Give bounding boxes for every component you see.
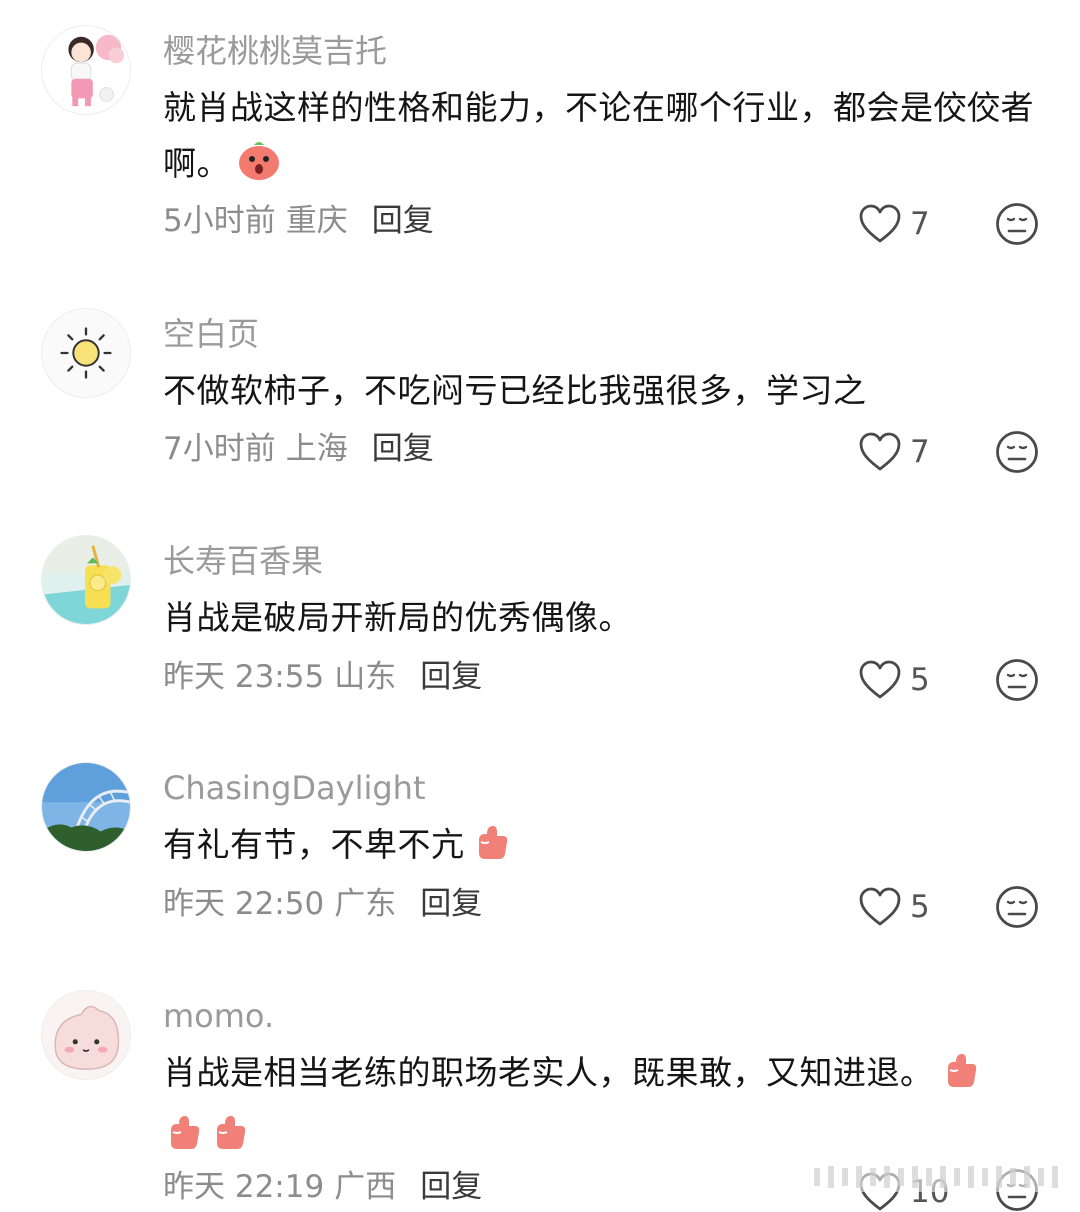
neutral-face-icon [996, 431, 1038, 473]
like-count: 7 [910, 205, 930, 242]
comment-text-content: 就肖战这样的性格和能力，不论在哪个行业，都会是佼佼者啊。 [163, 88, 1034, 183]
dislike-button[interactable] [995, 202, 1039, 246]
dislike-button[interactable] [995, 430, 1039, 474]
thumbs-up-emoji-icon [163, 1112, 203, 1169]
comment-location: 广西 [334, 1169, 397, 1205]
thumbs-up-emoji-icon [940, 1050, 980, 1107]
lemon-drink-avatar-icon [42, 536, 130, 624]
comment-time: 昨天 22:50 [163, 886, 325, 922]
comment-time: 昨天 22:19 [163, 1169, 325, 1205]
comment-text-content: 有礼有节，不卑不亢 [163, 825, 465, 864]
comment-meta: 7小时前 上海 回复 [163, 434, 434, 465]
thumbs-up-emoji-icon [471, 822, 511, 879]
avatar[interactable] [41, 308, 131, 398]
comment-text-content: 肖战是相当老练的职场老实人，既果敢，又知进退。 [163, 1053, 934, 1092]
comment-text: 不做软柿子，不吃闷亏已经比我强很多，学习之 [163, 371, 867, 410]
comment-time: 7小时前 [163, 431, 276, 467]
neutral-face-icon [996, 203, 1038, 245]
like-button[interactable]: 5 [858, 887, 930, 927]
comment-meta: 昨天 22:19 广西 回复 [163, 1172, 482, 1203]
girl-with-flowers-avatar-icon [42, 26, 130, 114]
comment-meta: 昨天 23:55 山东 回复 [163, 662, 482, 693]
reply-button[interactable]: 回复 [372, 431, 434, 467]
reply-button[interactable]: 回复 [420, 1169, 482, 1205]
comment-location: 上海 [285, 431, 348, 467]
comment-text: 就肖战这样的性格和能力，不论在哪个行业，都会是佼佼者啊。 [163, 80, 1048, 198]
comment-time: 昨天 23:55 [163, 659, 325, 695]
comment-time: 5小时前 [163, 203, 276, 239]
like-button[interactable]: 7 [858, 432, 930, 472]
like-count: 5 [910, 888, 930, 925]
dislike-button[interactable] [995, 658, 1039, 702]
comment-meta: 昨天 22:50 广东 回复 [163, 889, 482, 920]
neutral-face-icon [996, 659, 1038, 701]
username[interactable]: ChasingDaylight [163, 772, 426, 804]
like-count: 5 [910, 661, 930, 698]
dislike-button[interactable] [995, 885, 1039, 929]
pink-blob-avatar-icon [42, 991, 130, 1079]
comment-text: 有礼有节，不卑不亢 [163, 817, 1048, 879]
comment-text: 肖战是破局开新局的优秀偶像。 [163, 598, 632, 637]
comment-meta: 5小时前 重庆 回复 [163, 206, 434, 237]
neutral-face-icon [996, 886, 1038, 928]
username[interactable]: 空白页 [163, 318, 259, 350]
thumbs-up-emoji-icon [209, 1112, 249, 1169]
watermark [800, 1148, 1070, 1204]
comment-location: 广东 [334, 886, 397, 922]
reply-button[interactable]: 回复 [420, 659, 482, 695]
comment-location: 山东 [334, 659, 397, 695]
username[interactable]: momo. [163, 1000, 274, 1032]
like-button[interactable]: 5 [858, 660, 930, 700]
sun-avatar-icon [42, 309, 130, 397]
avatar[interactable] [41, 25, 131, 115]
heart-icon [859, 887, 901, 926]
reply-button[interactable]: 回复 [372, 203, 434, 239]
username[interactable]: 樱花桃桃莫吉托 [163, 35, 387, 67]
sky-arch-avatar-icon [42, 763, 130, 851]
username[interactable]: 长寿百香果 [163, 545, 323, 577]
heart-icon [859, 204, 901, 243]
like-button[interactable]: 7 [858, 204, 930, 244]
avatar[interactable] [41, 535, 131, 625]
like-count: 7 [910, 433, 930, 470]
reply-button[interactable]: 回复 [420, 886, 482, 922]
avatar[interactable] [41, 990, 131, 1080]
comment-location: 重庆 [285, 203, 348, 239]
heart-icon [859, 432, 901, 471]
heart-icon [859, 660, 901, 699]
avatar[interactable] [41, 762, 131, 852]
surprised-peach-emoji-icon [236, 139, 282, 198]
